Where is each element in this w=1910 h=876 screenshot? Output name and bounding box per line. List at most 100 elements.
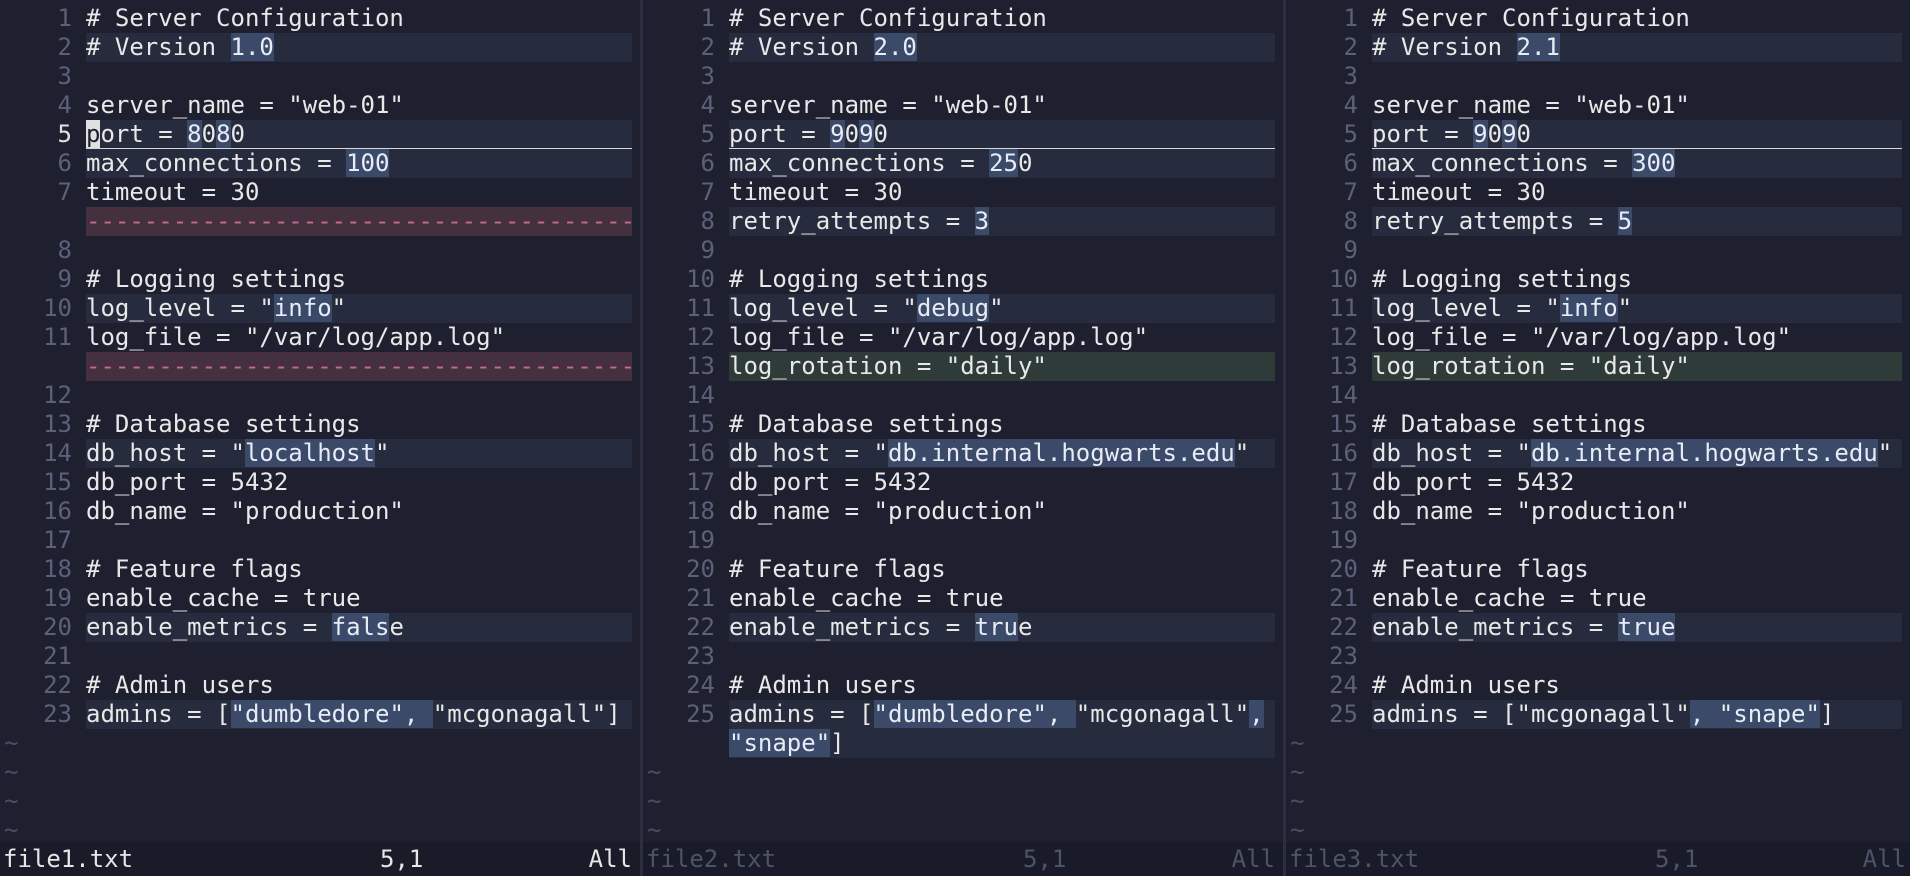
code-line[interactable]: 12 log_file = "/var/log/app.log" — [643, 323, 1283, 352]
code-line[interactable]: 1 # Server Configuration — [643, 4, 1283, 33]
code-line[interactable]: 12 — [0, 381, 640, 410]
code-line[interactable]: 10 log_level = "info" — [0, 294, 640, 323]
code-line[interactable]: 20 # Feature flags — [643, 555, 1283, 584]
code-line[interactable]: 14 db_host = "localhost" — [0, 439, 640, 468]
code-line[interactable]: 23 — [643, 642, 1283, 671]
code-line[interactable]: "snape"] — [643, 729, 1283, 758]
line-content[interactable]: log_file = "/var/log/app.log" — [86, 323, 632, 352]
line-content[interactable] — [1372, 236, 1902, 265]
code-line[interactable]: 21 enable_cache = true — [643, 584, 1283, 613]
line-content[interactable] — [729, 62, 1275, 91]
line-content[interactable]: db_host = "db.internal.hogwarts.edu" — [729, 439, 1275, 468]
line-content[interactable]: retry_attempts = 5 — [1372, 207, 1902, 236]
line-content[interactable]: admins = ["dumbledore", "mcgonagall", — [729, 700, 1275, 729]
code-line[interactable]: 23 admins = ["dumbledore", "mcgonagall"] — [0, 700, 640, 729]
line-content[interactable]: # Version 2.1 — [1372, 33, 1902, 62]
line-content[interactable]: log_file = "/var/log/app.log" — [1372, 323, 1902, 352]
line-content[interactable]: ----------------------------------------… — [86, 207, 632, 236]
code-line[interactable]: 13 # Database settings — [0, 410, 640, 439]
code-line[interactable]: 23 — [1286, 642, 1910, 671]
line-content[interactable]: enable_cache = true — [1372, 584, 1902, 613]
line-content[interactable]: # Admin users — [729, 671, 1275, 700]
line-content[interactable] — [1372, 526, 1902, 555]
code-line[interactable]: 5 port = 9090 — [1286, 120, 1910, 149]
code-line[interactable]: 25 admins = ["mcgonagall", "snape"] — [1286, 700, 1910, 729]
code-line[interactable]: 17 db_port = 5432 — [643, 468, 1283, 497]
line-content[interactable] — [86, 381, 632, 410]
code-line[interactable]: 6 max_connections = 100 — [0, 149, 640, 178]
code-line[interactable]: 5 port = 9090 — [643, 120, 1283, 149]
line-content[interactable]: # Feature flags — [86, 555, 632, 584]
code-line[interactable]: 4 server_name = "web-01" — [1286, 91, 1910, 120]
line-content[interactable]: port = 9090 — [1372, 120, 1902, 149]
code-line[interactable]: 11 log_level = "debug" — [643, 294, 1283, 323]
line-content[interactable]: timeout = 30 — [1372, 178, 1902, 207]
line-content[interactable]: log_level = "debug" — [729, 294, 1275, 323]
code-line[interactable]: 18 db_name = "production" — [643, 497, 1283, 526]
line-content[interactable]: db_host = "localhost" — [86, 439, 632, 468]
code-line[interactable]: 22 enable_metrics = true — [643, 613, 1283, 642]
code-line[interactable]: 9 — [1286, 236, 1910, 265]
code-line[interactable]: 16 db_name = "production" — [0, 497, 640, 526]
line-content[interactable]: # Version 1.0 — [86, 33, 632, 62]
code-line[interactable]: 17 — [0, 526, 640, 555]
code-line[interactable]: 4 server_name = "web-01" — [0, 91, 640, 120]
line-content[interactable]: max_connections = 250 — [729, 149, 1275, 178]
code-line[interactable]: 3 — [1286, 62, 1910, 91]
code-line[interactable]: 8 retry_attempts = 5 — [1286, 207, 1910, 236]
code-line[interactable]: 19 — [1286, 526, 1910, 555]
line-content[interactable]: "snape"] — [729, 729, 1275, 758]
line-content[interactable]: log_rotation = "daily" — [729, 352, 1275, 381]
line-content[interactable]: ----------------------------------------… — [86, 352, 632, 381]
line-content[interactable]: log_level = "info" — [86, 294, 632, 323]
line-content[interactable]: admins = ["mcgonagall", "snape"] — [1372, 700, 1902, 729]
diff-filler-line[interactable]: ----------------------------------------… — [0, 352, 640, 381]
line-content[interactable]: db_name = "production" — [1372, 497, 1902, 526]
code-line[interactable]: 7 timeout = 30 — [1286, 178, 1910, 207]
line-content[interactable]: db_port = 5432 — [1372, 468, 1902, 497]
line-content[interactable] — [729, 381, 1275, 410]
code-line[interactable]: 6 max_connections = 250 — [643, 149, 1283, 178]
code-line[interactable]: 2 # Version 2.0 — [643, 33, 1283, 62]
code-line[interactable]: 13 log_rotation = "daily" — [643, 352, 1283, 381]
code-line[interactable]: 24 # Admin users — [643, 671, 1283, 700]
code-line[interactable]: 11 log_file = "/var/log/app.log" — [0, 323, 640, 352]
code-line[interactable]: 10 # Logging settings — [1286, 265, 1910, 294]
code-line[interactable]: 25 admins = ["dumbledore", "mcgonagall", — [643, 700, 1283, 729]
code-line[interactable]: 22 enable_metrics = true — [1286, 613, 1910, 642]
code-line[interactable]: 22 # Admin users — [0, 671, 640, 700]
line-content[interactable]: # Database settings — [86, 410, 632, 439]
code-line[interactable]: 24 # Admin users — [1286, 671, 1910, 700]
code-line[interactable]: 3 — [643, 62, 1283, 91]
line-content[interactable]: log_rotation = "daily" — [1372, 352, 1902, 381]
code-line[interactable]: 1 # Server Configuration — [0, 4, 640, 33]
line-content[interactable]: server_name = "web-01" — [729, 91, 1275, 120]
code-line[interactable]: 17 db_port = 5432 — [1286, 468, 1910, 497]
line-content[interactable]: enable_cache = true — [729, 584, 1275, 613]
line-content[interactable]: retry_attempts = 3 — [729, 207, 1275, 236]
line-content[interactable]: timeout = 30 — [86, 178, 632, 207]
code-line[interactable]: 2 # Version 2.1 — [1286, 33, 1910, 62]
line-content[interactable]: # Logging settings — [86, 265, 632, 294]
code-line[interactable]: 4 server_name = "web-01" — [643, 91, 1283, 120]
line-content[interactable]: # Logging settings — [729, 265, 1275, 294]
line-content[interactable]: max_connections = 100 — [86, 149, 632, 178]
line-content[interactable]: log_file = "/var/log/app.log" — [729, 323, 1275, 352]
line-content[interactable]: enable_metrics = true — [1372, 613, 1902, 642]
line-content[interactable]: db_host = "db.internal.hogwarts.edu" — [1372, 439, 1902, 468]
line-content[interactable]: server_name = "web-01" — [86, 91, 632, 120]
code-line[interactable]: 18 # Feature flags — [0, 555, 640, 584]
line-content[interactable] — [729, 526, 1275, 555]
line-content[interactable]: db_port = 5432 — [729, 468, 1275, 497]
line-content[interactable]: # Server Configuration — [1372, 4, 1902, 33]
code-line[interactable]: 7 timeout = 30 — [643, 178, 1283, 207]
line-content[interactable]: timeout = 30 — [729, 178, 1275, 207]
diff-pane-file2[interactable]: 1 # Server Configuration 2 # Version 2.0 3 4 s… — [643, 0, 1283, 876]
diff-filler-line[interactable]: ----------------------------------------… — [0, 207, 640, 236]
line-content[interactable]: max_connections = 300 — [1372, 149, 1902, 178]
line-content[interactable] — [86, 526, 632, 555]
line-content[interactable]: # Feature flags — [729, 555, 1275, 584]
code-line[interactable]: 8 retry_attempts = 3 — [643, 207, 1283, 236]
line-content[interactable]: enable_metrics = true — [729, 613, 1275, 642]
code-line[interactable]: 9 — [643, 236, 1283, 265]
